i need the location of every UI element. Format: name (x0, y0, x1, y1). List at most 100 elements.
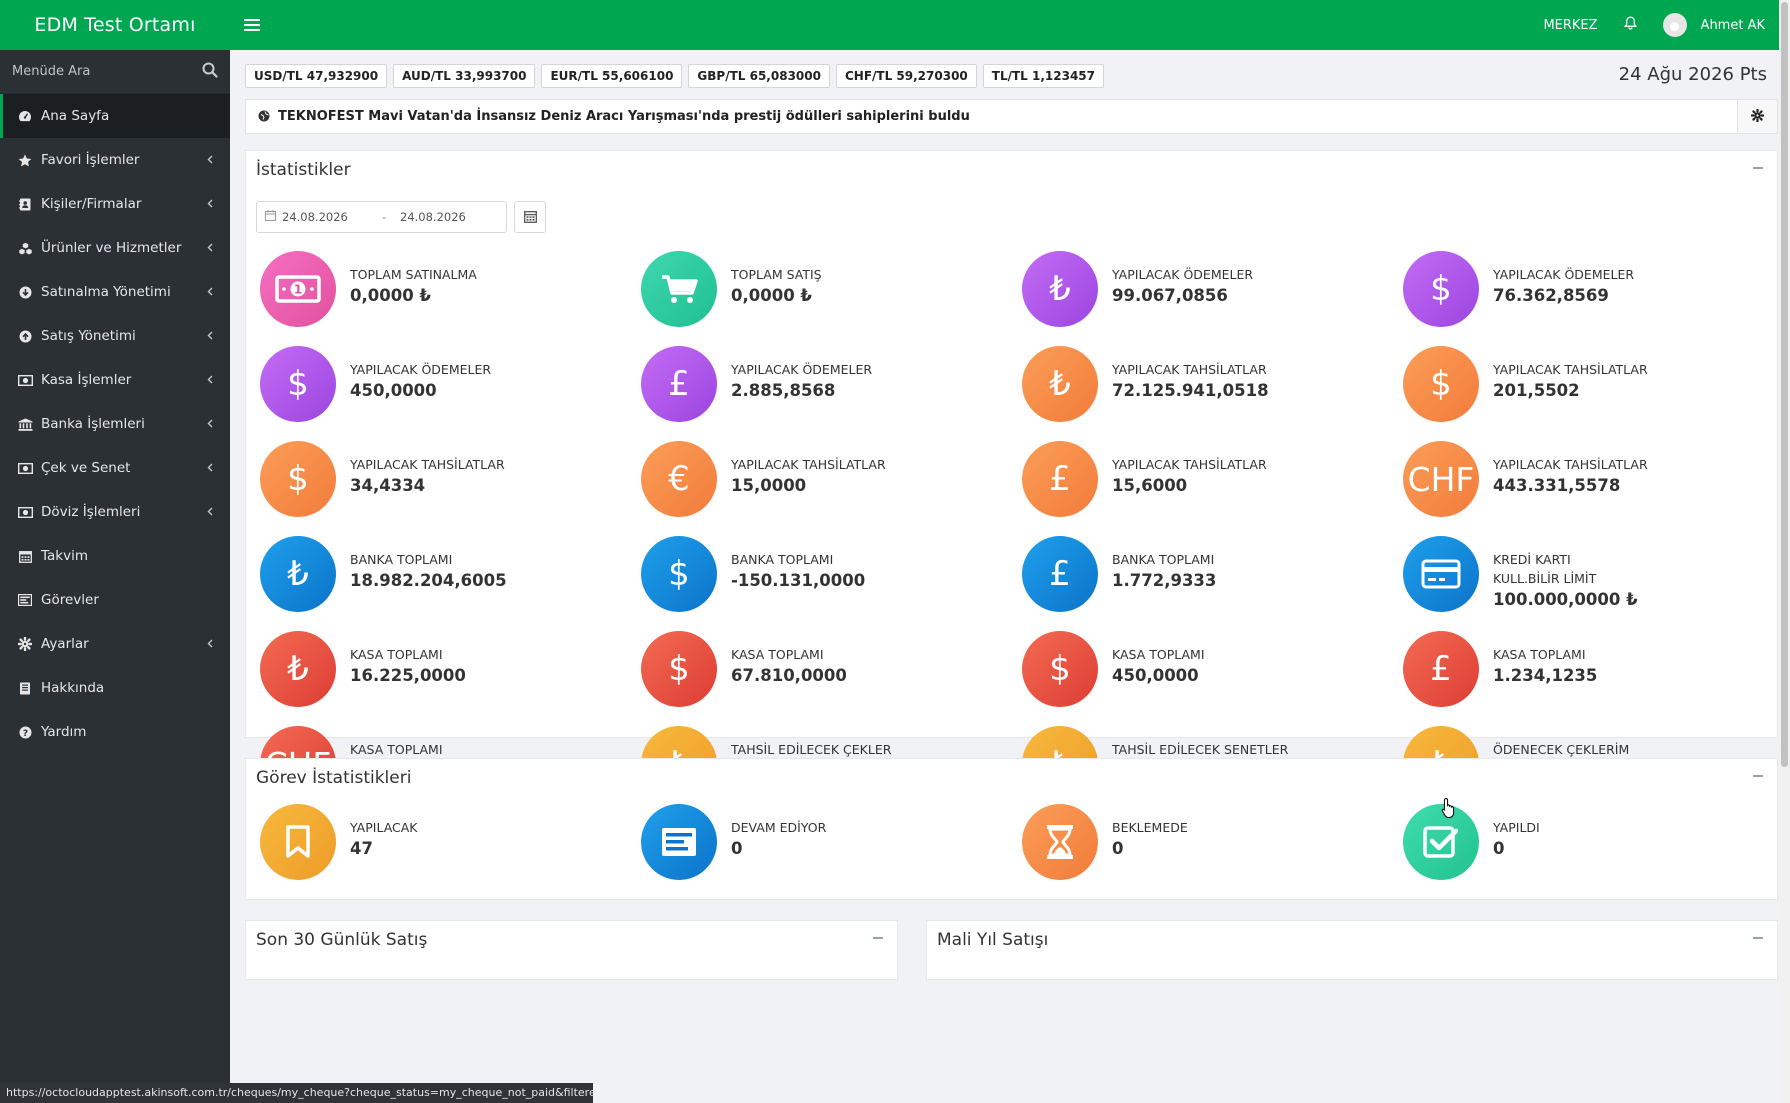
sidebar-item-2[interactable]: Kişiler/Firmalar (0, 182, 230, 226)
stat-label: YAPILACAK TAHSİLATLAR (350, 455, 610, 474)
stat-label-line: BANKA TOPLAMI (731, 552, 834, 567)
task-stat-value: 47 (350, 839, 373, 858)
sidebar-item-9[interactable]: Döviz İşlemleri (0, 490, 230, 534)
task-stat-card[interactable]: YAPILDI 0 (1403, 804, 1773, 884)
stat-value: 0,0000 ₺ (350, 286, 431, 305)
money-icon (17, 461, 33, 475)
chevron-left-icon (207, 505, 213, 519)
stat-card[interactable]: $ YAPILACAK ÖDEMELER 450,0000 (260, 346, 630, 426)
task-stat-label-line: DEVAM EDİYOR (731, 820, 827, 835)
sidebar-item-3[interactable]: Ürünler ve Hizmetler (0, 226, 230, 270)
date-range-input[interactable]: 24.08.2026 - 24.08.2026 (256, 201, 507, 233)
sidebar-menu: Ana Sayfa Favori İşlemler Kişiler/Firmalar… (0, 94, 230, 754)
sidebar-item-12[interactable]: Ayarlar (0, 622, 230, 666)
sidebar-item-5[interactable]: Satış Yönetimi (0, 314, 230, 358)
news-headline[interactable]: TEKNOFEST Mavi Vatan'da İnsansız Deniz A… (278, 109, 1737, 124)
currency-rate[interactable]: AUD/TL 33,993700 (393, 64, 536, 88)
sidebar-item-13[interactable]: Hakkında (0, 666, 230, 710)
currency-rate[interactable]: TL/TL 1,123457 (982, 64, 1104, 88)
stat-card[interactable]: £ YAPILACAK TAHSİLATLAR 15,6000 (1022, 441, 1392, 521)
task-stat-card[interactable]: DEVAM EDİYOR 0 (641, 804, 1011, 884)
hourglass-icon (1022, 804, 1098, 880)
stat-card[interactable]: $ BANKA TOPLAMI -150.131,0000 (641, 536, 1011, 616)
stat-card[interactable]: KREDİ KARTI KULL.BİLİR LİMİT 100.000,0000 … (1403, 536, 1773, 616)
user-name[interactable]: Ahmet AK (1701, 18, 1765, 33)
collapse-icon[interactable] (1753, 775, 1763, 777)
scrollbar-thumb[interactable] (1781, 2, 1788, 767)
sidebar-item-label: Ürünler ve Hizmetler (41, 240, 182, 256)
stat-card[interactable]: TOPLAM SATIŞ 0,0000 ₺ (641, 251, 1011, 331)
collapse-icon[interactable] (1753, 167, 1763, 169)
tasks-icon (17, 593, 33, 607)
stat-label: YAPILACAK ÖDEMELER (731, 360, 991, 379)
menu-search[interactable]: Menüde Ara (0, 50, 230, 94)
date-to[interactable]: 24.08.2026 (400, 210, 466, 224)
stat-label: BANKA TOPLAMI (731, 550, 991, 569)
stat-card[interactable]: $ KASA TOPLAMI 450,0000 (1022, 631, 1392, 711)
menu-search-input[interactable]: Menüde Ara (12, 64, 202, 79)
sidebar-item-7[interactable]: Banka İşlemleri (0, 402, 230, 446)
stat-card[interactable]: 1 TOPLAM SATINALMA 0,0000 ₺ (260, 251, 630, 331)
currency-rate[interactable]: USD/TL 47,932900 (245, 64, 388, 88)
stat-card[interactable]: ₺ YAPILACAK TAHSİLATLAR 72.125.941,0518 (1022, 346, 1392, 426)
task-stat-label-line: BEKLEMEDE (1112, 820, 1188, 835)
collapse-icon[interactable] (873, 937, 883, 939)
calendar-icon (17, 549, 33, 563)
currency-rate[interactable]: GBP/TL 65,083000 (688, 64, 830, 88)
stat-card[interactable]: € YAPILACAK TAHSİLATLAR 15,0000 (641, 441, 1011, 521)
chevron-left-icon (207, 153, 213, 167)
dollar-icon: $ (641, 631, 717, 707)
collapse-icon[interactable] (1753, 937, 1763, 939)
sidebar-item-0[interactable]: Ana Sayfa (0, 94, 230, 138)
chevron-left-icon (207, 637, 213, 651)
sidebar-item-label: Takvim (41, 548, 88, 564)
stat-value: 34,4334 (350, 476, 426, 495)
money-icon (17, 505, 33, 519)
stat-card[interactable]: ₺ YAPILACAK ÖDEMELER 99.067,0856 (1022, 251, 1392, 331)
dollar-icon: $ (1403, 251, 1479, 327)
avatar[interactable] (1662, 13, 1687, 37)
stat-card[interactable]: ₺ KASA TOPLAMI 16.225,0000 (260, 631, 630, 711)
dollar-icon: $ (641, 536, 717, 612)
stat-card[interactable]: CHF YAPILACAK TAHSİLATLAR 443.331,5578 (1403, 441, 1773, 521)
branch-selector[interactable]: MERKEZ (1543, 18, 1597, 33)
sidebar-item-1[interactable]: Favori İşlemler (0, 138, 230, 182)
hamburger-menu-icon[interactable] (244, 19, 260, 31)
vertical-scrollbar[interactable] (1779, 0, 1790, 1103)
panel-title: Son 30 Günlük Satış (256, 930, 428, 950)
date-from[interactable]: 24.08.2026 (282, 210, 382, 224)
sidebar-item-8[interactable]: Çek ve Senet (0, 446, 230, 490)
stat-card[interactable]: £ BANKA TOPLAMI 1.772,9333 (1022, 536, 1392, 616)
stat-card[interactable]: £ KASA TOPLAMI 1.234,1235 (1403, 631, 1773, 711)
task-stat-label: BEKLEMEDE (1112, 818, 1372, 837)
news-ticker: TEKNOFEST Mavi Vatan'da İnsansız Deniz A… (245, 99, 1778, 134)
stat-card[interactable]: ₺ BANKA TOPLAMI 18.982.204,6005 (260, 536, 630, 616)
stat-label-line: TOPLAM SATINALMA (350, 267, 477, 282)
task-stat-card[interactable]: YAPILACAK 47 (260, 804, 630, 884)
sidebar-item-14[interactable]: ? Yardım (0, 710, 230, 754)
task-stat-value: 0 (1112, 839, 1124, 858)
currency-rate[interactable]: CHF/TL 59,270300 (835, 64, 977, 88)
calendar-button[interactable] (514, 201, 546, 233)
stat-card[interactable]: $ YAPILACAK TAHSİLATLAR 34,4334 (260, 441, 630, 521)
stat-card[interactable]: $ YAPILACAK ÖDEMELER 76.362,8569 (1403, 251, 1773, 331)
stat-label: KASA TOPLAMI (350, 740, 610, 759)
search-icon[interactable] (202, 62, 218, 82)
news-settings-button[interactable] (1737, 100, 1777, 133)
bell-icon[interactable] (1623, 16, 1637, 34)
app-brand[interactable]: EDM Test Ortamı (0, 0, 230, 50)
stat-card[interactable]: $ KASA TOPLAMI 67.810,0000 (641, 631, 1011, 711)
stat-value: 67.810,0000 (731, 666, 847, 685)
currency-rate[interactable]: EUR/TL 55,606100 (541, 64, 683, 88)
sidebar-item-10[interactable]: Takvim (0, 534, 230, 578)
stat-card[interactable]: $ YAPILACAK TAHSİLATLAR 201,5502 (1403, 346, 1773, 426)
task-stat-card[interactable]: BEKLEMEDE 0 (1022, 804, 1392, 884)
pound-icon: £ (641, 346, 717, 422)
sidebar-item-4[interactable]: Satınalma Yönetimi (0, 270, 230, 314)
stat-card[interactable]: £ YAPILACAK ÖDEMELER 2.885,8568 (641, 346, 1011, 426)
task-stat-label-line: YAPILDI (1493, 820, 1540, 835)
sidebar-item-6[interactable]: Kasa İşlemler (0, 358, 230, 402)
star-icon (17, 153, 33, 167)
sidebar-item-11[interactable]: Görevler (0, 578, 230, 622)
last-30-days-sales-panel: Son 30 Günlük Satış (245, 920, 898, 980)
